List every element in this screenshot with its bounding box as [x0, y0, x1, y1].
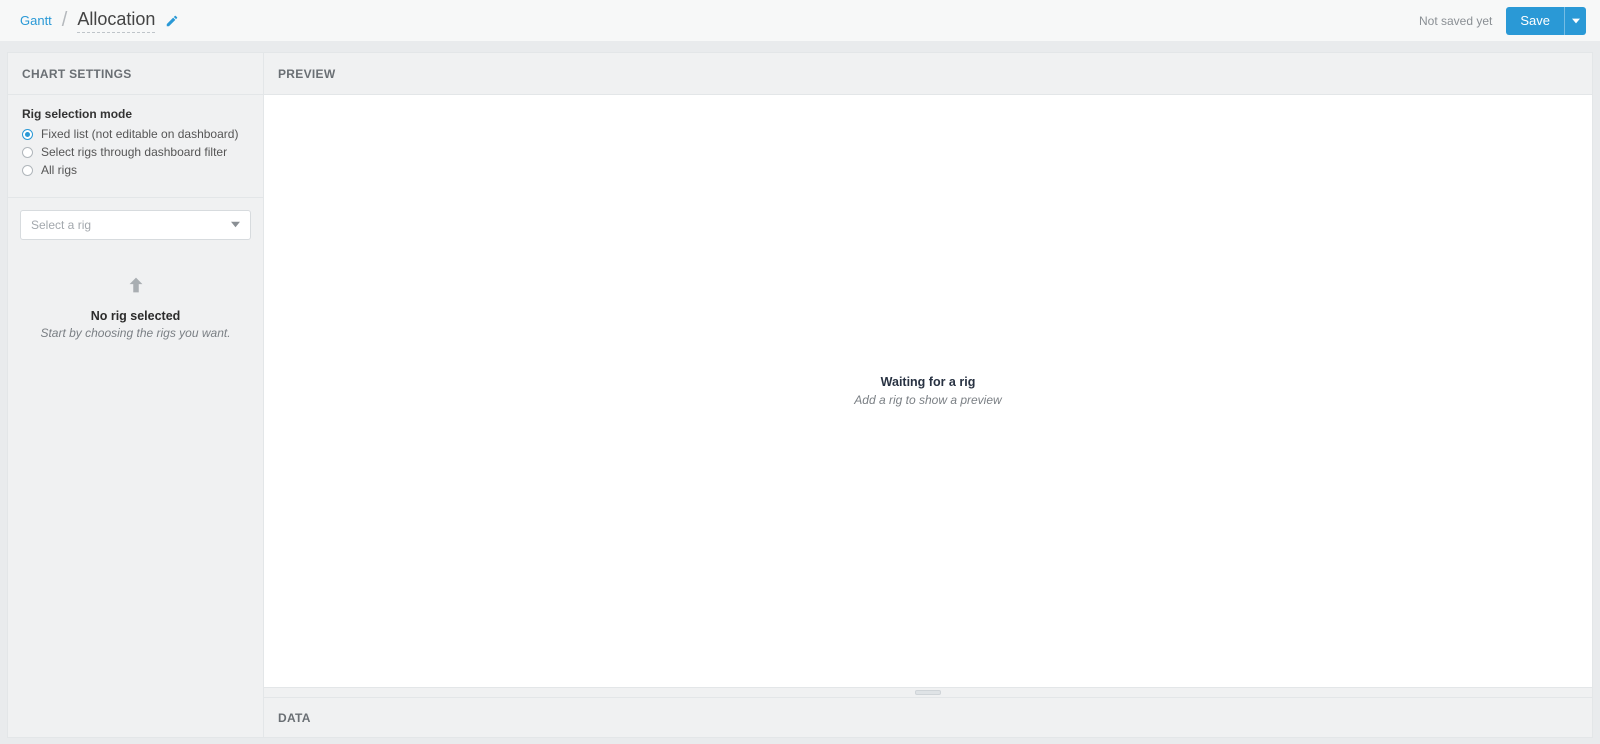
data-header[interactable]: DATA	[264, 697, 1592, 737]
sidebar-empty-subtitle: Start by choosing the rigs you want.	[22, 326, 249, 340]
radio-all-input[interactable]	[22, 165, 33, 176]
content-area: PREVIEW Waiting for a rig Add a rig to s…	[264, 53, 1592, 737]
rig-selection-section: Rig selection mode Fixed list (not edita…	[8, 95, 263, 198]
topbar: Gantt / Allocation Not saved yet Save	[0, 0, 1600, 42]
preview-empty-title: Waiting for a rig	[854, 375, 1001, 389]
radio-fixed-list[interactable]: Fixed list (not editable on dashboard)	[22, 127, 249, 141]
main: CHART SETTINGS Rig selection mode Fixed …	[7, 52, 1593, 738]
radio-filter-input[interactable]	[22, 147, 33, 158]
chart-settings-header: CHART SETTINGS	[8, 53, 263, 95]
sidebar: CHART SETTINGS Rig selection mode Fixed …	[8, 53, 264, 737]
breadcrumb-root-link[interactable]: Gantt	[20, 13, 52, 28]
caret-down-icon	[231, 216, 240, 234]
radio-dashboard-filter[interactable]: Select rigs through dashboard filter	[22, 145, 249, 159]
select-rig-dropdown[interactable]: Select a rig	[20, 210, 251, 240]
edit-icon[interactable]	[165, 14, 179, 28]
radio-filter-label: Select rigs through dashboard filter	[41, 145, 227, 159]
spacer	[0, 42, 1600, 52]
page-title[interactable]: Allocation	[77, 9, 155, 33]
grip-icon	[915, 690, 941, 695]
radio-all-rigs[interactable]: All rigs	[22, 163, 249, 177]
caret-down-icon	[1572, 13, 1580, 28]
radio-fixed-input[interactable]	[22, 129, 33, 140]
preview-body: Waiting for a rig Add a rig to show a pr…	[264, 95, 1592, 687]
split-handle[interactable]	[264, 687, 1592, 697]
save-dropdown-button[interactable]	[1564, 7, 1586, 35]
sidebar-empty-state: No rig selected Start by choosing the ri…	[8, 240, 263, 340]
preview-header: PREVIEW	[264, 53, 1592, 95]
preview-empty-state: Waiting for a rig Add a rig to show a pr…	[854, 375, 1001, 407]
save-button[interactable]: Save	[1506, 7, 1564, 35]
save-status: Not saved yet	[1419, 14, 1492, 28]
radio-fixed-label: Fixed list (not editable on dashboard)	[41, 127, 238, 141]
save-button-group: Save	[1506, 7, 1586, 35]
sidebar-empty-title: No rig selected	[22, 309, 249, 323]
select-rig-placeholder: Select a rig	[31, 218, 91, 232]
breadcrumb-separator: /	[62, 9, 68, 32]
arrow-up-icon	[22, 274, 249, 301]
breadcrumb: Gantt / Allocation	[20, 9, 179, 33]
preview-empty-subtitle: Add a rig to show a preview	[854, 393, 1001, 407]
rig-selection-label: Rig selection mode	[22, 107, 249, 121]
radio-all-label: All rigs	[41, 163, 77, 177]
